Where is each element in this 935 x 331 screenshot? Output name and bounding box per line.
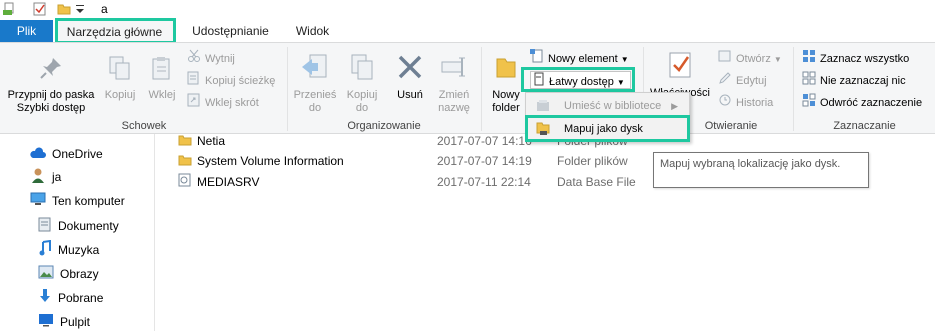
folder-icon	[486, 55, 526, 85]
copy-button[interactable]: Kopiuj	[101, 55, 139, 102]
tab-file[interactable]: Plik	[0, 20, 53, 43]
open-icon	[718, 49, 732, 69]
user-icon	[30, 167, 46, 189]
select-none-button[interactable]: Nie zaznaczaj nic	[802, 71, 906, 89]
paste-button[interactable]: Wklej	[142, 55, 182, 102]
navigation-pane: OneDrive ja Ten komputer Dokumenty Muzyk…	[0, 134, 155, 331]
ribbon-tab-row: Plik Narzędzia główne Udostępnianie Wido…	[0, 20, 935, 44]
nav-item-onedrive[interactable]: OneDrive	[30, 144, 103, 164]
folder-icon	[178, 132, 192, 152]
file-row[interactable]: MEDIASRV 2017-07-11 22:14 Data Base File	[178, 172, 678, 192]
map-network-drive-item[interactable]: Mapuj jako dysk	[528, 118, 688, 140]
title-bar: a	[0, 0, 935, 20]
file-name: System Volume Information	[197, 154, 344, 168]
move-to-button[interactable]: Przenieś do	[292, 53, 338, 115]
open-button[interactable]: Otwórz ▼	[718, 49, 782, 67]
invert-selection-button[interactable]: Odwróć zaznaczenie	[802, 93, 922, 111]
tab-view[interactable]: Widok	[285, 20, 340, 43]
easy-access-button[interactable]: Łatwy dostęp ▼	[530, 71, 631, 89]
chevron-down-icon: ▼	[616, 77, 625, 87]
nav-item-pictures[interactable]: Obrazy	[38, 264, 99, 284]
copy-to-icon	[340, 53, 384, 85]
rename-icon	[432, 53, 476, 85]
select-all-icon	[802, 49, 816, 69]
group-divider	[793, 47, 794, 131]
file-name: Netia	[197, 134, 226, 148]
chevron-right-icon: ▶	[671, 101, 678, 111]
checkmark-doc-icon[interactable]	[33, 2, 47, 19]
new-folder-button[interactable]: Nowy folder	[486, 55, 526, 115]
edit-icon	[718, 71, 732, 91]
include-in-library-item[interactable]: Umieść w bibliotece ▶	[528, 95, 688, 117]
music-note-icon	[38, 239, 52, 262]
computer-icon	[30, 192, 46, 212]
group-divider	[481, 47, 482, 131]
folder-icon	[178, 152, 192, 172]
edit-button[interactable]: Edytuj	[718, 71, 767, 89]
select-none-icon	[802, 71, 816, 91]
paste-shortcut-icon	[187, 93, 201, 113]
pictures-icon	[38, 265, 54, 285]
pin-quick-access-button[interactable]: Przypnij do paska Szybki dostęp	[2, 55, 100, 115]
file-date: 2017-07-11 22:14	[437, 175, 531, 189]
move-to-icon	[292, 53, 338, 85]
new-folder-quick-icon[interactable]	[57, 2, 71, 19]
documents-icon	[38, 216, 52, 238]
delete-button[interactable]: Usuń	[390, 53, 430, 102]
easy-access-icon	[533, 72, 545, 92]
group-divider	[287, 47, 288, 131]
rename-button[interactable]: Zmień nazwę	[432, 53, 476, 115]
select-group-label: Zaznaczanie	[833, 120, 896, 132]
nav-item-user[interactable]: ja	[30, 167, 61, 187]
cloud-icon	[30, 145, 46, 165]
delete-x-icon	[390, 53, 430, 85]
nav-item-this-pc[interactable]: Ten komputer	[30, 191, 125, 211]
nav-item-downloads[interactable]: Pobrane	[38, 288, 103, 308]
new-item-button[interactable]: Nowy element ▼	[530, 49, 629, 67]
invert-selection-icon	[802, 93, 816, 113]
chevron-down-icon: ▼	[620, 54, 629, 64]
pin-icon	[2, 55, 100, 85]
properties-quick-icon[interactable]	[3, 2, 17, 19]
copy-path-button[interactable]: Kopiuj ścieżkę	[187, 71, 275, 89]
properties-check-icon	[648, 51, 712, 83]
file-name: MEDIASRV	[197, 175, 260, 189]
history-icon	[718, 93, 732, 113]
paste-shortcut-button[interactable]: Wklej skrót	[187, 93, 259, 111]
new-item-icon	[530, 49, 544, 69]
nav-item-music[interactable]: Muzyka	[38, 239, 99, 262]
window-title: a	[101, 2, 108, 16]
nav-item-documents[interactable]: Dokumenty	[38, 216, 119, 236]
database-file-icon	[178, 173, 192, 193]
select-all-button[interactable]: Zaznacz wszystko	[802, 49, 909, 67]
copy-to-button[interactable]: Kopiuj do	[340, 53, 384, 115]
map-drive-tooltip: Mapuj wybraną lokalizację jako dysk.	[653, 152, 869, 188]
file-date: 2017-07-07 14:19	[437, 154, 532, 168]
nav-item-desktop[interactable]: Pulpit	[38, 312, 90, 331]
history-button[interactable]: Historia	[718, 93, 773, 111]
scissors-icon	[187, 49, 201, 69]
tab-share[interactable]: Udostępnianie	[178, 20, 283, 43]
network-drive-icon	[536, 122, 550, 144]
copy-path-icon	[187, 71, 201, 91]
file-row[interactable]: System Volume Information 2017-07-07 14:…	[178, 151, 678, 171]
copy-icon	[101, 55, 139, 85]
cut-button[interactable]: Wytnij	[187, 49, 235, 67]
tab-drive-tools[interactable]: Narzędzia główne	[55, 20, 174, 44]
customize-quick-access-icon[interactable]	[74, 2, 86, 19]
desktop-icon	[38, 313, 54, 331]
download-arrow-icon	[38, 288, 52, 310]
chevron-down-icon: ▼	[773, 54, 782, 64]
clipboard-icon	[142, 55, 182, 85]
easy-access-menu: Umieść w bibliotece ▶ Mapuj jako dysk	[525, 92, 690, 142]
ribbon: Przypnij do paska Szybki dostęp Kopiuj W…	[0, 42, 935, 134]
